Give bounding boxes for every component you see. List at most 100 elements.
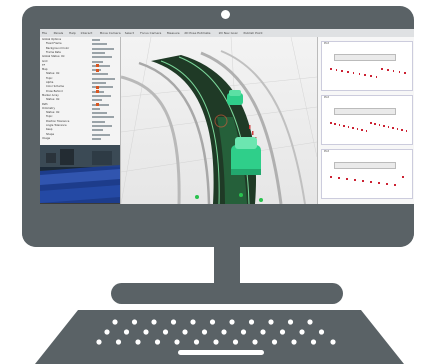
menu-item[interactable]: Select [125, 29, 134, 37]
menu-item[interactable]: 2D Pose Estimate [184, 29, 210, 37]
display-tree-label: Position Tolerance [46, 119, 70, 123]
plot-point [335, 69, 338, 71]
menu-item[interactable]: Panels [54, 29, 64, 37]
key [201, 329, 208, 335]
plot-point [330, 176, 332, 178]
display-tree-value [92, 51, 105, 54]
display-tree-label: Image [42, 136, 51, 140]
key [279, 329, 286, 335]
key [268, 319, 274, 325]
key [162, 329, 169, 335]
display-tree-label: Angle Tolerance [46, 124, 67, 127]
plot-point [394, 184, 396, 186]
menu-item[interactable]: File [42, 29, 47, 37]
display-tree-value [92, 129, 103, 132]
displays-tree: Global Options Fixed Frame Background Colo… [40, 38, 120, 144]
display-tree-value [92, 43, 107, 46]
display-tree-label: Keep [46, 128, 53, 132]
key [291, 339, 297, 345]
key [232, 339, 239, 345]
plot-point [358, 73, 361, 75]
display-tree-label: Topic [46, 76, 53, 80]
plot-point [398, 71, 401, 73]
plot-point [347, 126, 350, 128]
display-tree-label: Draw Behind [46, 89, 63, 93]
plot-point [370, 181, 372, 183]
key [190, 319, 196, 325]
plot-widget[interactable]: Plot [321, 41, 413, 91]
display-tree-value [92, 99, 102, 102]
display-tree-row[interactable]: Status: Ok [46, 98, 60, 102]
display-tree-value [92, 137, 101, 140]
menu-item[interactable]: Publish Point [244, 29, 263, 37]
display-tree-label: TF [42, 63, 46, 67]
warning-icon [96, 103, 99, 106]
keyboard [35, 310, 404, 364]
warning-icon [96, 64, 99, 68]
plot-widget[interactable]: Plot [321, 149, 413, 199]
plot-point [361, 129, 363, 131]
key [151, 319, 157, 325]
key [182, 329, 188, 335]
warning-icon [96, 85, 99, 89]
menu-item[interactable]: 2D Nav Goal [219, 29, 238, 37]
menu-item[interactable]: Focus Camera [140, 29, 161, 37]
display-tree-value [92, 56, 112, 59]
key [318, 329, 325, 335]
menu-item[interactable]: Help [69, 29, 76, 37]
plot-point [352, 72, 355, 74]
plot-point [338, 124, 341, 126]
3d-viewport[interactable] [121, 37, 317, 204]
display-tree-value [92, 103, 109, 106]
camera-image [40, 145, 120, 204]
display-tree-value [92, 94, 111, 97]
plot-point [330, 68, 332, 70]
plot-point [341, 70, 343, 72]
key [104, 329, 110, 335]
display-tree-row[interactable]: Image [42, 137, 50, 141]
key [271, 339, 278, 345]
plot-point [346, 178, 348, 180]
spacebar [178, 350, 264, 355]
key [112, 319, 118, 325]
plot-point [404, 72, 406, 74]
key [154, 339, 161, 345]
display-tree-label: Odometry [42, 106, 56, 110]
menu-item[interactable]: Move Camera [100, 29, 121, 37]
display-tree-value [92, 125, 112, 127]
key [209, 319, 216, 325]
plot-point [365, 130, 368, 132]
plot-point [364, 74, 366, 76]
display-tree-value [92, 60, 103, 63]
key [240, 329, 247, 335]
display-tree-label: Global Status: Ok [42, 55, 65, 59]
monitor-stand-neck [214, 247, 240, 287]
key [115, 339, 122, 345]
plot-point [383, 125, 385, 127]
plot-point [387, 126, 390, 128]
display-tree-value [92, 64, 110, 67]
display-tree-value [92, 77, 115, 80]
display-tree-value [92, 120, 105, 123]
display-tree-label: Color Scheme [46, 85, 65, 89]
plot-point [354, 179, 356, 181]
key [260, 329, 266, 335]
monitor-chin [22, 204, 414, 247]
display-tree-value [92, 82, 106, 84]
menu-item[interactable]: Measure [167, 29, 180, 37]
key [213, 339, 219, 345]
display-tree-label: Global Options [42, 38, 62, 41]
plot-widget[interactable]: Plot [321, 95, 413, 145]
key [143, 329, 149, 335]
monitor-stand-base [111, 283, 343, 304]
key [299, 329, 305, 335]
key [135, 339, 141, 345]
key [174, 339, 180, 345]
menu-item[interactable]: Interact [81, 29, 93, 37]
plot-legend [334, 54, 396, 61]
plot-point [386, 183, 388, 185]
display-tree-label: Status: Ok [46, 98, 60, 102]
key [287, 319, 294, 325]
plot-point [334, 123, 336, 125]
plot-point [401, 129, 403, 131]
